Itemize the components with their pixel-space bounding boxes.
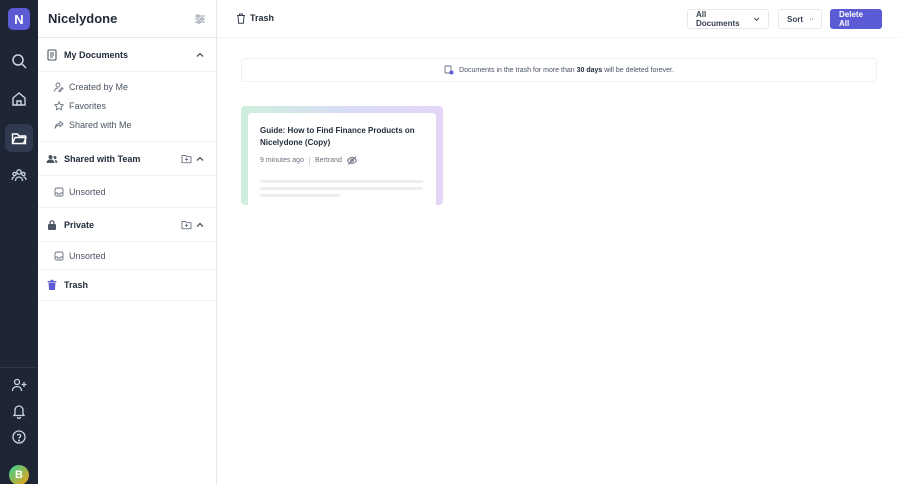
sidebar-item-unsorted-private[interactable]: Unsorted (38, 246, 216, 265)
sort-button[interactable]: Sort (778, 9, 822, 29)
sidebar-item-label: Shared with Me (69, 119, 132, 130)
info-document-icon (444, 65, 454, 75)
share-icon (54, 120, 64, 129)
notice-text-after: will be deleted forever. (604, 66, 674, 74)
documents-sidebar: Nicelydone My Documents Created by Me Fa… (38, 0, 217, 484)
preview-line (260, 187, 423, 190)
my-documents-list: Created by Me Favorites Shared with Me (38, 72, 216, 141)
dropdown-label: All Documents (696, 10, 740, 28)
add-folder-icon[interactable] (181, 153, 192, 164)
user-avatar[interactable]: B (9, 465, 29, 484)
section-title: Trash (64, 280, 89, 290)
delete-all-button[interactable]: Delete All (830, 9, 882, 29)
sidebar-item-created-by-me[interactable]: Created by Me (38, 77, 216, 96)
document-author: Bertrand (314, 157, 342, 164)
document-card[interactable]: Guide: How to Find Finance Products on N… (241, 106, 443, 205)
search-icon[interactable] (5, 47, 33, 75)
documents-folder-icon[interactable] (5, 124, 33, 152)
team-icon[interactable] (5, 161, 33, 189)
sidebar-header: Nicelydone (38, 0, 216, 38)
user-edit-icon (54, 82, 64, 92)
chevron-up-icon[interactable] (195, 50, 205, 60)
settings-sliders-icon[interactable] (193, 12, 207, 26)
section-title: Private (64, 219, 95, 230)
help-icon[interactable] (5, 423, 33, 451)
lock-icon (48, 219, 56, 230)
app-rail: N B (0, 0, 38, 484)
notice-text-before: Documents in the trash for more than (459, 66, 575, 74)
chevron-up-icon[interactable] (195, 220, 205, 230)
document-time: 9 minutes ago (260, 157, 304, 164)
shared-team-list: Unsorted (38, 176, 216, 207)
private-header[interactable]: Private (38, 208, 216, 242)
sidebar-item-shared-with-me[interactable]: Shared with Me (38, 115, 216, 134)
document-meta: 9 minutes ago Bertrand (260, 156, 424, 165)
trash-retention-notice: Documents in the trash for more than 30 … (241, 58, 877, 82)
eye-off-icon (346, 156, 357, 165)
preview-line (260, 194, 340, 197)
sort-label: Sort (787, 14, 803, 24)
document-title: Guide: How to Find Finance Products on N… (260, 126, 415, 147)
app-logo[interactable]: N (8, 8, 30, 30)
delete-all-label: Delete All (839, 10, 864, 28)
document-icon (47, 48, 57, 61)
rail-divider (0, 367, 38, 368)
shared-team-header[interactable]: Shared with Team (38, 142, 216, 176)
team-icon (46, 154, 58, 163)
private-list: Unsorted (38, 242, 216, 269)
all-documents-dropdown[interactable]: All Documents (687, 9, 769, 29)
trash-icon (47, 279, 57, 290)
sidebar-item-trash[interactable]: Trash (38, 270, 216, 301)
sidebar-item-unsorted-team[interactable]: Unsorted (38, 182, 216, 201)
sidebar-item-label: Created by Me (69, 81, 129, 92)
bell-icon[interactable] (5, 397, 33, 425)
private-section: Private Unsorted (38, 208, 216, 270)
workspace-name: Nicelydone (48, 11, 118, 26)
star-icon (54, 100, 64, 111)
meta-divider (308, 156, 310, 165)
add-folder-icon[interactable] (181, 219, 192, 230)
sidebar-item-label: Unsorted (69, 186, 106, 197)
shared-team-section: Shared with Team Unsorted (38, 142, 216, 208)
chevron-up-icon[interactable] (195, 154, 205, 164)
my-documents-section: My Documents Created by Me Favorites Sha… (38, 38, 216, 142)
sidebar-item-label: Favorites (69, 100, 107, 111)
inbox-icon (54, 187, 64, 196)
inbox-icon (54, 251, 64, 260)
page-title: Trash (250, 13, 275, 23)
section-title: My Documents (64, 49, 129, 60)
sidebar-item-favorites[interactable]: Favorites (38, 96, 216, 115)
chevron-down-icon (753, 17, 760, 22)
sort-icon (810, 17, 813, 21)
notice-days: 30 days (576, 66, 603, 74)
sidebar-item-label: Unsorted (69, 250, 106, 261)
page-header: Trash All Documents Sort Delete All (217, 0, 900, 38)
section-title: Shared with Team (64, 153, 141, 164)
main-content: Trash All Documents Sort Delete All Docu… (217, 0, 900, 484)
home-icon[interactable] (5, 85, 33, 113)
trash-icon (237, 13, 245, 24)
preview-line (260, 180, 423, 183)
my-documents-header[interactable]: My Documents (38, 38, 216, 72)
invite-user-icon[interactable] (5, 371, 33, 399)
document-card-body: Guide: How to Find Finance Products on N… (248, 113, 436, 205)
